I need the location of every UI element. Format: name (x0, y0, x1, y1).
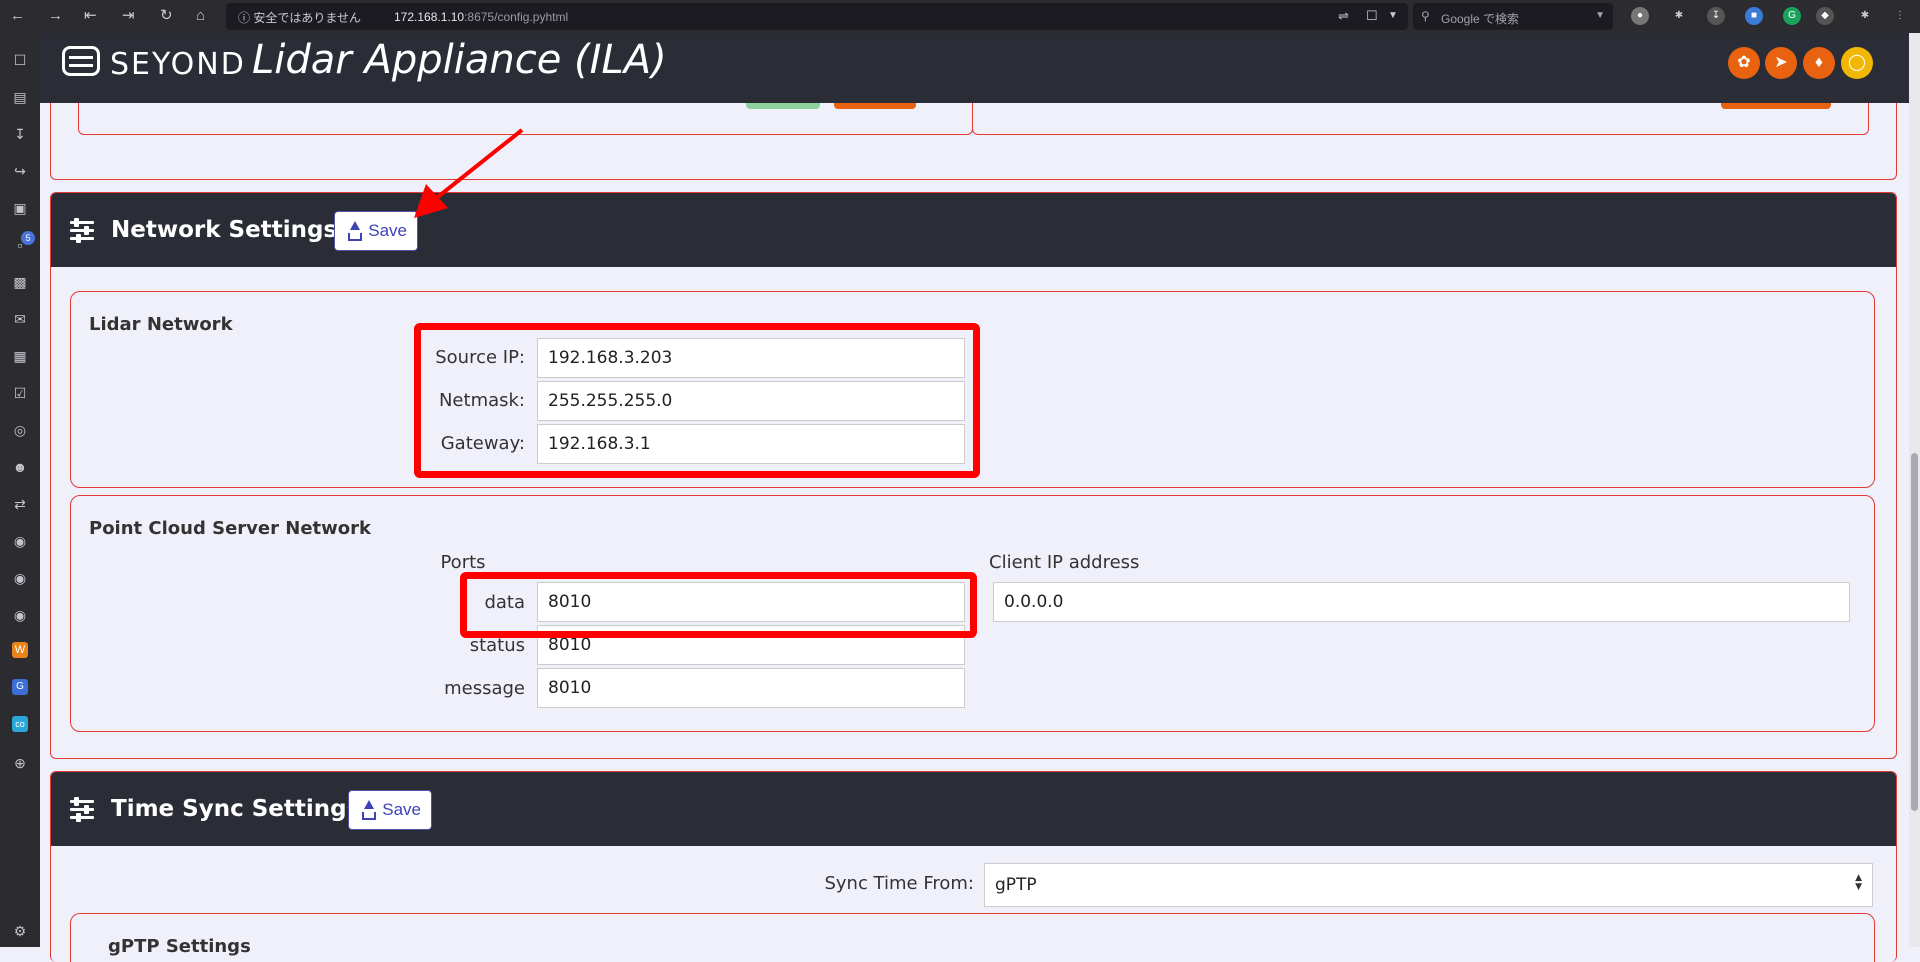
sliders-icon (70, 797, 94, 822)
app-title: Lidar Appliance (ILA) (252, 37, 667, 83)
network-settings-header: Network Settings Save (51, 193, 1896, 267)
data-port-label: data (484, 592, 525, 613)
overflow-icon[interactable]: ⋮ (1891, 7, 1909, 25)
client-ip-input[interactable]: 0.0.0.0 (993, 582, 1850, 622)
save-label: Save (368, 221, 407, 240)
client-ip-label: Client IP address (989, 552, 1140, 573)
grammarly-icon[interactable]: G (1783, 7, 1801, 25)
status-port-label: status (469, 635, 525, 656)
settings-gear-icon[interactable]: ⚙ (10, 921, 30, 941)
brand-name: SEYOND (110, 47, 246, 82)
extensions-menu-icon[interactable]: ✱ (1856, 7, 1874, 25)
browser-sidebar: ☐ ▤ ↧ ↪ ▣ ▫ 5 ▩ ✉ ▦ ☑ ◎ ☻ ⇄ ◉ ◉ ◉ W G co… (0, 33, 40, 947)
network-settings-section: Network Settings Save Lidar Network Sour… (50, 192, 1897, 759)
gateway-label: Gateway: (440, 433, 525, 454)
sync-icon[interactable]: ⇄ (10, 494, 30, 514)
time-sync-save-button[interactable]: Save (348, 790, 432, 830)
bookmarks-icon[interactable]: ☐ (10, 50, 30, 70)
source-ip-label: Source IP: (435, 347, 525, 368)
section-title: Time Sync Settings (111, 796, 361, 822)
web-panel-icon[interactable]: ◉ (10, 531, 30, 551)
calendar-grid-icon[interactable]: ▦ (10, 346, 30, 366)
box-title: Point Cloud Server Network (89, 518, 371, 539)
browser-toolbar: ← → ⇤ ⇥ ↻ ⌂ ⓘ 安全ではありません 172.168.1.10:867… (0, 0, 1920, 33)
sync-time-from-label: Sync Time From: (824, 873, 974, 894)
reload-icon[interactable]: ↻ (160, 7, 173, 25)
calendar-icon[interactable]: ▣ (10, 198, 30, 218)
downloads-icon[interactable]: ↧ (10, 124, 30, 144)
save-label: Save (382, 800, 421, 819)
feed-icon[interactable]: ◎ (10, 420, 30, 440)
wolfram-icon[interactable]: W (12, 642, 28, 658)
clock-icon[interactable]: ◯ (1841, 47, 1873, 79)
data-port-input[interactable]: 8010 (537, 582, 965, 622)
ports-label: Ports (440, 552, 486, 573)
gptp-settings-box: gPTP Settings (70, 913, 1875, 962)
point-cloud-network-box: Point Cloud Server Network Ports Client … (70, 495, 1875, 732)
colab-icon[interactable]: co (12, 716, 28, 732)
home-icon[interactable]: ⌂ (196, 7, 205, 25)
back-icon[interactable]: ← (10, 7, 25, 25)
email-icon[interactable]: ✉ (10, 309, 30, 329)
seyond-logo-icon (62, 46, 100, 76)
network-save-button[interactable]: Save (334, 211, 418, 251)
url-text: 172.168.1.10:8675/config.pyhtml (394, 10, 569, 24)
running-icon[interactable]: ➤ (1765, 47, 1797, 79)
status-port-input[interactable]: 8010 (537, 625, 965, 665)
search-box[interactable]: ⚲ Google で検索 ▼ (1413, 3, 1613, 30)
profile-avatar[interactable]: ● (1631, 7, 1649, 25)
time-sync-section: Time Sync Settings Save Sync Time From: … (50, 771, 1897, 962)
first-page-icon[interactable]: ⇤ (84, 7, 97, 25)
translate-panel-icon[interactable]: ▩ (10, 272, 30, 292)
last-page-icon[interactable]: ⇥ (122, 7, 135, 25)
reading-list-icon[interactable]: ▤ (10, 87, 30, 107)
previous-green-button[interactable] (746, 103, 820, 109)
address-bar[interactable]: ⓘ 安全ではありません 172.168.1.10:8675/config.pyh… (226, 3, 1408, 30)
netmask-label: Netmask: (438, 390, 525, 411)
translate-app-icon[interactable]: G (12, 679, 28, 695)
time-sync-header: Time Sync Settings Save (51, 772, 1896, 846)
lidar-network-box: Lidar Network Source IP: 192.168.3.203 N… (70, 291, 1875, 488)
not-secure-indicator[interactable]: ⓘ 安全ではありません (238, 9, 361, 26)
car-icon[interactable]: ♦ (1803, 47, 1835, 79)
forward-icon[interactable]: → (48, 7, 63, 25)
search-icon: ⚲ (1421, 9, 1430, 23)
translate-icon[interactable]: ⇌ (1338, 7, 1349, 25)
source-ip-input[interactable]: 192.168.3.203 (537, 338, 965, 378)
gateway-input[interactable]: 192.168.3.1 (537, 424, 965, 464)
select-updown-icon: ▲ ▼ (1855, 873, 1862, 892)
sync-time-from-value: gPTP (995, 875, 1037, 895)
search-engine-dropdown-icon[interactable]: ▼ (1595, 10, 1605, 21)
history-icon[interactable]: ↪ (10, 161, 30, 181)
brain-icon[interactable]: ✿ (1728, 47, 1760, 79)
notification-badge: 5 (21, 231, 35, 245)
security-text: 安全ではありません (253, 11, 361, 25)
previous-orange-button[interactable] (834, 103, 916, 109)
extension-shield-icon[interactable]: ◆ (1816, 7, 1834, 25)
contacts-icon[interactable]: ☻ (10, 457, 30, 477)
app-header: SEYOND Lidar Appliance (ILA) ✿ ➤ ♦ ◯ (40, 33, 1909, 103)
sync-time-from-select[interactable]: gPTP ▲ ▼ (984, 863, 1873, 907)
extension-colored-icon[interactable]: ■ (1745, 7, 1763, 25)
previous-orange-button-right[interactable] (1721, 103, 1831, 109)
box-title: Lidar Network (89, 314, 233, 335)
search-placeholder: Google で検索 (1441, 12, 1520, 26)
add-panel-icon[interactable]: ⊕ (10, 753, 30, 773)
extension-download-icon[interactable]: ↧ (1707, 7, 1725, 25)
message-port-label: message (444, 678, 525, 699)
sliders-icon (70, 218, 94, 243)
section-title: Network Settings (111, 217, 338, 243)
upload-icon (345, 221, 363, 241)
extension-puzzle-icon[interactable]: ✱ (1670, 7, 1688, 25)
upload-icon (359, 800, 377, 820)
scrollbar-thumb[interactable] (1911, 453, 1918, 811)
web-panel-icon[interactable]: ◉ (10, 568, 30, 588)
netmask-input[interactable]: 255.255.255.0 (537, 381, 965, 421)
web-panel-icon[interactable]: ◉ (10, 605, 30, 625)
message-port-input[interactable]: 8010 (537, 668, 965, 708)
bookmark-icon[interactable]: ☐ (1366, 7, 1378, 25)
chevron-down-icon[interactable]: ▼ (1388, 7, 1398, 25)
tasks-icon[interactable]: ☑ (10, 383, 30, 403)
